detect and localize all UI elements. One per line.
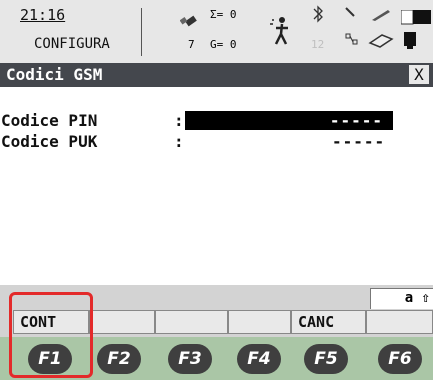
softkey-4[interactable] (228, 310, 291, 334)
softkey-3[interactable] (155, 310, 228, 334)
battery-icon (401, 10, 431, 49)
softkey-bar: CONT CANC (0, 285, 433, 337)
satellite-icon (180, 15, 197, 27)
pin-colon: : (174, 111, 184, 130)
form-area: Codice PIN : ----- Codice PUK : ----- (0, 87, 433, 285)
channel-number: 12 (311, 38, 325, 51)
softkey-cont[interactable]: CONT (13, 310, 89, 334)
window-titlebar: Codici GSM X (0, 63, 433, 87)
person-icon (270, 17, 288, 45)
status-bar: 21:16 CONFIGURA Σ= 0 7 G= 0 12 (0, 0, 433, 64)
function-key-bar: F1 F2 F3 F4 F5 F6 (0, 337, 433, 380)
softkey-canc[interactable]: CANC (291, 310, 366, 334)
puk-input[interactable]: ----- (332, 132, 385, 151)
mode-label: CONFIGURA (34, 36, 110, 52)
f2-key[interactable]: F2 (97, 344, 141, 374)
softkey-6[interactable] (366, 310, 433, 334)
satellite-count: 7 (188, 38, 195, 51)
eraser-icon (368, 34, 394, 48)
link-icon (345, 33, 358, 45)
pin-label: Codice PIN (1, 111, 98, 130)
pen-icon (345, 7, 355, 17)
pencil-icon (372, 10, 390, 21)
softkey-2[interactable] (89, 310, 155, 334)
f4-key[interactable]: F4 (237, 344, 281, 374)
puk-colon: : (174, 132, 184, 151)
clock: 21:16 (20, 6, 66, 24)
sigma-readout: Σ= 0 (210, 8, 237, 21)
bluetooth-icon (313, 5, 323, 23)
pin-row: Codice PIN : ----- (0, 111, 433, 130)
f3-key[interactable]: F3 (168, 344, 212, 374)
puk-label: Codice PUK (1, 132, 98, 151)
f6-key[interactable]: F6 (378, 344, 422, 374)
f5-key[interactable]: F5 (304, 344, 348, 374)
pin-value: ----- (329, 111, 383, 130)
f1-key[interactable]: F1 (28, 344, 72, 374)
divider (141, 8, 142, 56)
close-button[interactable]: X (409, 65, 429, 84)
puk-row: Codice PUK : ----- (0, 132, 433, 151)
input-mode-label: a ⇧ (404, 290, 430, 306)
page-title: Codici GSM (6, 65, 103, 84)
pin-input[interactable]: ----- (185, 111, 393, 130)
glonass-readout: G= 0 (210, 38, 237, 51)
input-mode-indicator: a ⇧ (370, 288, 433, 309)
